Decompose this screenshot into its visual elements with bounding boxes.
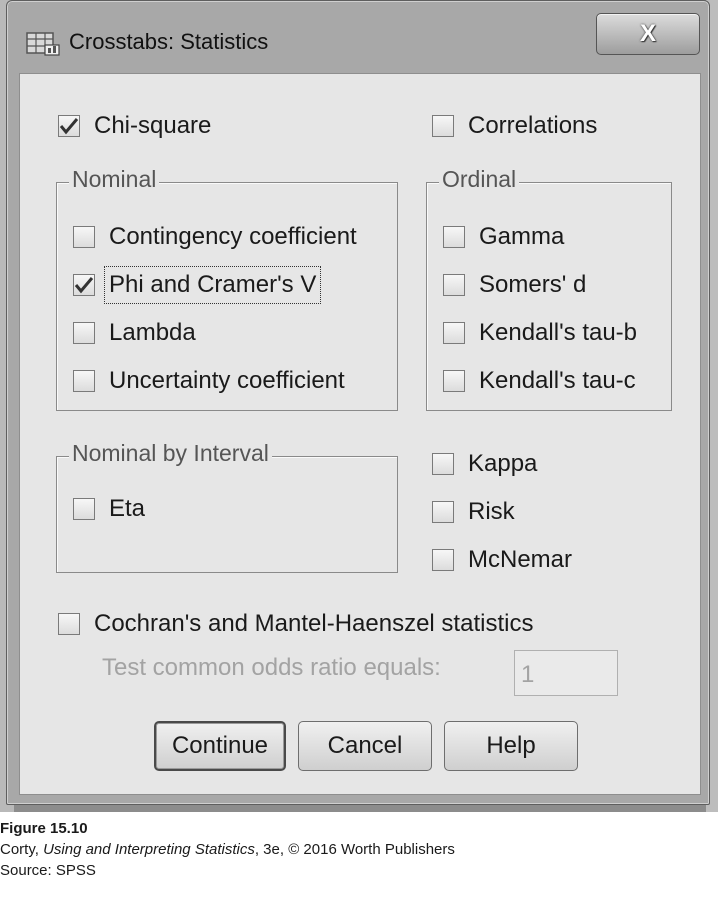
- gamma-label: Gamma: [479, 223, 565, 250]
- kappa-checkbox[interactable]: Kappa: [432, 450, 537, 478]
- checkbox-icon[interactable]: [73, 226, 95, 248]
- phi-cramers-v-checkbox[interactable]: Phi and Cramer's V: [73, 266, 322, 304]
- checkbox-icon[interactable]: [58, 613, 80, 635]
- dialog-body: Chi-square Correlations Nominal Continge…: [19, 73, 701, 795]
- mcnemar-label: McNemar: [468, 546, 573, 573]
- eta-checkbox[interactable]: Eta: [73, 495, 145, 523]
- checkbox-icon[interactable]: [73, 322, 95, 344]
- help-button[interactable]: Help: [444, 721, 578, 771]
- gamma-checkbox[interactable]: Gamma: [443, 223, 564, 251]
- figure-source: Source: SPSS: [0, 862, 96, 879]
- kendalls-tau-c-checkbox[interactable]: Kendall's tau-c: [443, 367, 636, 395]
- somers-d-checkbox[interactable]: Somers' d: [443, 271, 586, 299]
- figure-caption: Figure 15.10 Corty, Using and Interpreti…: [0, 818, 455, 881]
- title-bar[interactable]: Crosstabs: Statistics X: [7, 1, 709, 71]
- crosstabs-statistics-dialog: Crosstabs: Statistics X Chi-square Corre…: [6, 0, 710, 805]
- lambda-checkbox[interactable]: Lambda: [73, 319, 196, 347]
- nominal-by-interval-group: Nominal by Interval Eta: [56, 440, 398, 573]
- credit-author: Corty,: [0, 841, 44, 858]
- nominal-group-title: Nominal: [69, 166, 160, 193]
- credit-book-title: Using and Interpreting Statistics: [43, 841, 255, 858]
- uncertainty-coefficient-checkbox[interactable]: Uncertainty coefficient: [73, 367, 345, 395]
- cochran-mantel-haenszel-checkbox[interactable]: Cochran's and Mantel-Haenszel statistics: [58, 610, 533, 638]
- spss-table-icon: [25, 27, 61, 57]
- kappa-label: Kappa: [468, 450, 538, 477]
- risk-label: Risk: [468, 498, 515, 525]
- correlations-label: Correlations: [468, 112, 598, 139]
- close-icon: X: [639, 20, 656, 47]
- correlations-checkbox[interactable]: Correlations: [432, 112, 597, 140]
- checkbox-icon[interactable]: [432, 501, 454, 523]
- phi-cramers-v-label: Phi and Cramer's V: [103, 266, 322, 304]
- eta-label: Eta: [109, 495, 146, 522]
- checkbox-icon[interactable]: [73, 498, 95, 520]
- common-odds-ratio-input[interactable]: 1: [514, 650, 618, 696]
- checkbox-icon[interactable]: [58, 115, 80, 137]
- chi-square-label: Chi-square: [94, 112, 212, 139]
- checkbox-icon[interactable]: [443, 274, 465, 296]
- checkbox-icon[interactable]: [73, 370, 95, 392]
- common-odds-ratio-label: Test common odds ratio equals:: [102, 654, 441, 681]
- risk-checkbox[interactable]: Risk: [432, 498, 515, 526]
- figure-credit: Corty, Using and Interpreting Statistics…: [0, 839, 455, 860]
- figure-number: Figure 15.10: [0, 820, 88, 837]
- uncertainty-coefficient-label: Uncertainty coefficient: [109, 367, 345, 394]
- close-button[interactable]: X: [596, 13, 700, 55]
- checkbox-icon[interactable]: [443, 370, 465, 392]
- nominal-by-interval-group-title: Nominal by Interval: [69, 440, 272, 467]
- cancel-button[interactable]: Cancel: [298, 721, 432, 771]
- credit-edition: , 3e, © 2016 Worth Publishers: [254, 841, 455, 858]
- window-title: Crosstabs: Statistics: [69, 29, 269, 54]
- ordinal-group-title: Ordinal: [439, 166, 520, 193]
- checkbox-icon[interactable]: [443, 226, 465, 248]
- contingency-coefficient-label: Contingency coefficient: [109, 223, 357, 250]
- chi-square-checkbox[interactable]: Chi-square: [58, 112, 211, 140]
- ordinal-group: Ordinal Gamma Somers' d Kendall's tau-b: [426, 166, 672, 411]
- lambda-label: Lambda: [109, 319, 196, 346]
- kendalls-tau-b-checkbox[interactable]: Kendall's tau-b: [443, 319, 637, 347]
- kendalls-tau-b-label: Kendall's tau-b: [479, 319, 638, 346]
- kendalls-tau-c-label: Kendall's tau-c: [479, 367, 636, 394]
- continue-button[interactable]: Continue: [154, 721, 286, 771]
- somers-d-label: Somers' d: [479, 271, 587, 298]
- checkbox-icon[interactable]: [443, 322, 465, 344]
- contingency-coefficient-checkbox[interactable]: Contingency coefficient: [73, 223, 357, 251]
- checkbox-icon[interactable]: [432, 115, 454, 137]
- nominal-group: Nominal Contingency coefficient Phi and …: [56, 166, 398, 411]
- checkbox-icon[interactable]: [432, 549, 454, 571]
- checkbox-icon[interactable]: [432, 453, 454, 475]
- mcnemar-checkbox[interactable]: McNemar: [432, 546, 572, 574]
- checkbox-icon[interactable]: [73, 274, 95, 296]
- cochran-mantel-haenszel-label: Cochran's and Mantel-Haenszel statistics: [94, 610, 534, 637]
